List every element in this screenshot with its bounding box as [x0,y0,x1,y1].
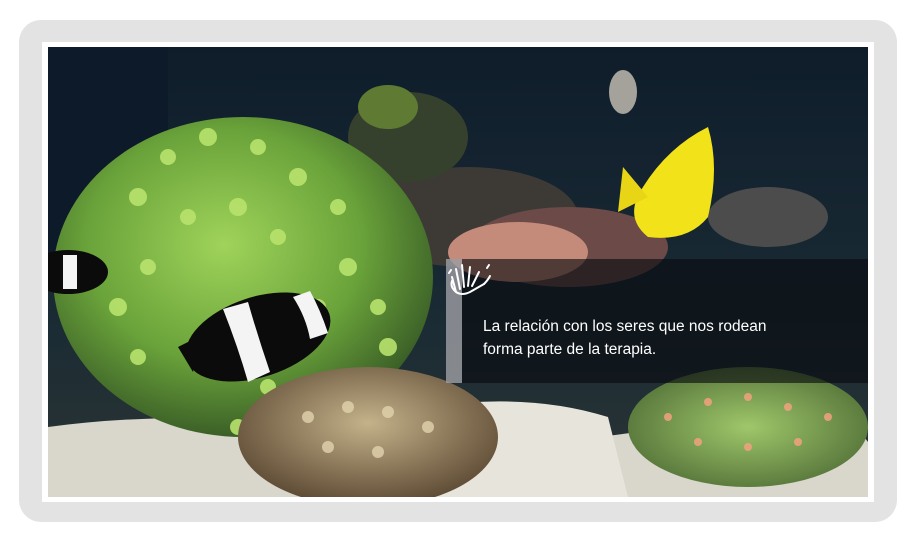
caption-line-1: La relación con los seres que nos rodean [483,318,767,335]
caption-text: La relación con los seres que nos rodean… [483,315,863,361]
aquarium-photo: La relación con los seres que nos rodean… [48,47,868,497]
photo-border: La relación con los seres que nos rodean… [42,42,874,502]
caption-panel: La relación con los seres que nos rodean… [446,259,868,383]
caption-line-2: forma parte de la terapia. [483,341,657,358]
waving-hand-icon [448,264,491,295]
